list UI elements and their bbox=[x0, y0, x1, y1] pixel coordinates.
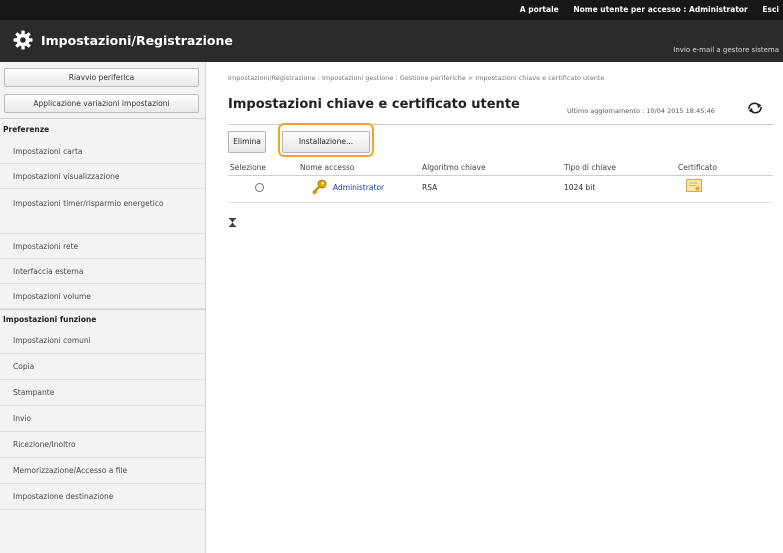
col-header-key-type: Tipo di chiave bbox=[564, 163, 617, 172]
section-function-settings: Impostazioni funzione bbox=[0, 309, 206, 328]
sidebar-item-common[interactable]: Impostazioni comuni bbox=[0, 328, 206, 354]
sidebar-item-volume[interactable]: Impostazioni volume bbox=[0, 284, 206, 309]
user-label: Nome utente per accesso : Administrator bbox=[573, 5, 748, 14]
sidebar-item-timer-energy[interactable]: Impostazioni timer/risparmio energetico bbox=[0, 189, 206, 234]
sidebar-item-store-access-files[interactable]: Memorizzazione/Accesso a file bbox=[0, 458, 206, 484]
sidebar-item-display[interactable]: Impostazioni visualizzazione bbox=[0, 164, 206, 189]
certificate-icon[interactable] bbox=[686, 179, 702, 193]
sidebar-item-send[interactable]: Invio bbox=[0, 406, 206, 432]
section-preferences: Preferenze bbox=[0, 118, 206, 139]
key-type-value: 1024 bit bbox=[564, 183, 596, 192]
col-header-certificate: Certificato bbox=[678, 163, 717, 172]
gear-icon bbox=[13, 30, 33, 50]
page-title: Impostazioni chiave e certificato utente bbox=[228, 97, 520, 112]
sidebar-item-paper[interactable]: Impostazioni carta bbox=[0, 139, 206, 164]
col-header-login-name: Nome accesso bbox=[300, 163, 355, 172]
apply-settings-button[interactable]: Applicazione variazioni impostazioni bbox=[4, 94, 199, 113]
sidebar-item-destination[interactable]: Impostazione destinazione bbox=[0, 484, 206, 510]
col-header-key-algorithm: Algoritmo chiave bbox=[422, 163, 486, 172]
key-icon bbox=[312, 179, 327, 195]
sidebar: Riavvio periferica Applicazione variazio… bbox=[0, 62, 206, 553]
mail-admin-link[interactable]: Invio e-mail a gestore sistema bbox=[673, 46, 779, 54]
key-algorithm-value: RSA bbox=[422, 183, 438, 192]
sidebar-item-external-interface[interactable]: Interfaccia esterna bbox=[0, 259, 206, 284]
last-updated: Ultimo aggiornamento : 10/04 2015 18:45:… bbox=[567, 107, 715, 115]
table-header-divider bbox=[228, 175, 773, 176]
sidebar-item-receive-forward[interactable]: Ricezione/Inoltro bbox=[0, 432, 206, 458]
table-row-divider bbox=[228, 202, 773, 203]
row-select-radio[interactable] bbox=[255, 183, 264, 192]
breadcrumb: Impostazioni/Registrazione : Impostazion… bbox=[228, 74, 605, 82]
install-button-highlight bbox=[278, 123, 374, 157]
col-header-selection: Selezione bbox=[230, 163, 267, 172]
sidebar-item-network[interactable]: Impostazioni rete bbox=[0, 234, 206, 259]
app-title: Impostazioni/Registrazione bbox=[41, 33, 233, 48]
delete-button[interactable]: Elimina bbox=[228, 131, 266, 153]
title-bar: Impostazioni/Registrazione Invio e-mail … bbox=[0, 20, 783, 62]
hourglass-icon bbox=[229, 218, 236, 227]
portal-link[interactable]: A portale bbox=[520, 5, 559, 14]
top-bar: A portale Nome utente per accesso : Admi… bbox=[0, 0, 783, 20]
restart-device-button[interactable]: Riavvio periferica bbox=[4, 68, 199, 87]
sidebar-item-copy[interactable]: Copia bbox=[0, 354, 206, 380]
logout-link[interactable]: Esci bbox=[762, 5, 779, 14]
sidebar-item-printer[interactable]: Stampante bbox=[0, 380, 206, 406]
refresh-icon[interactable] bbox=[747, 101, 763, 115]
top-links: A portale Nome utente per accesso : Admi… bbox=[508, 5, 779, 14]
login-name-link[interactable]: Administrator bbox=[333, 183, 384, 192]
